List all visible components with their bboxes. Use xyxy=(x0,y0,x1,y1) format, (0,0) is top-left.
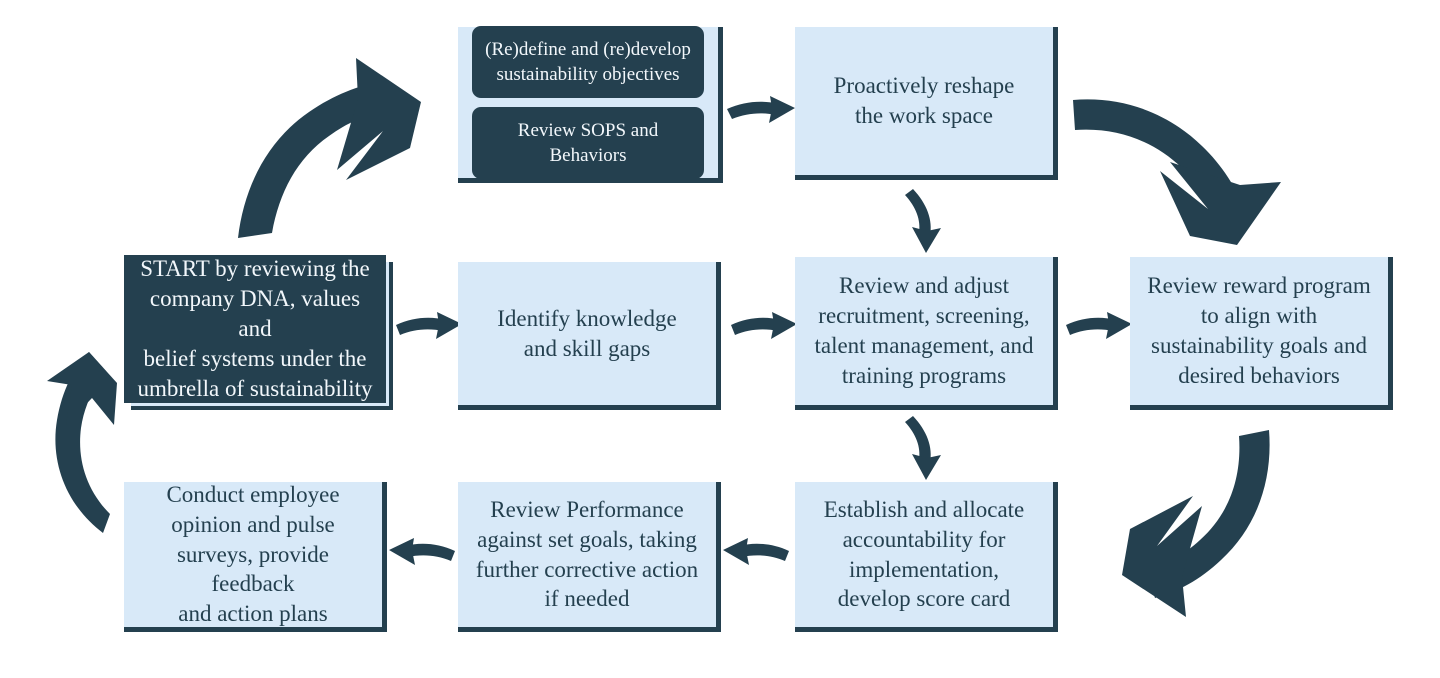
connector-workspace-to-reward xyxy=(1073,99,1281,245)
node-start-label: START by reviewing the company DNA, valu… xyxy=(137,256,373,401)
connector-reward-to-accountability xyxy=(1122,430,1270,617)
node-knowledge-label: Identify knowledge and skill gaps xyxy=(497,305,677,361)
connector-start-to-knowledge xyxy=(396,312,462,339)
connector-performance-to-surveys xyxy=(389,538,455,565)
connector-start-to-objectives xyxy=(238,58,421,238)
node-recruitment[interactable]: Review and adjust recruitment, screening… xyxy=(795,257,1058,410)
connector-knowledge-to-recruitment xyxy=(731,312,797,339)
node-workspace-label: Proactively reshape the work space xyxy=(833,73,1015,128)
node-performance[interactable]: Review Performance against set goals, ta… xyxy=(458,482,721,632)
node-objectives-item-1: Review SOPS and Behaviors xyxy=(472,107,704,180)
node-workspace[interactable]: Proactively reshape the work space xyxy=(795,27,1058,180)
node-recruitment-label: Review and adjust recruitment, screening… xyxy=(814,273,1034,388)
node-start[interactable]: START by reviewing the company DNA, valu… xyxy=(124,255,386,403)
node-surveys-label: Conduct employee opinion and pulse surve… xyxy=(166,481,340,627)
connector-surveys-to-start xyxy=(47,352,117,533)
node-knowledge[interactable]: Identify knowledge and skill gaps xyxy=(458,262,721,410)
connector-accountability-to-performance xyxy=(723,538,789,565)
node-reward-label: Review reward program to align with sust… xyxy=(1147,273,1371,388)
node-performance-label: Review Performance against set goals, ta… xyxy=(475,496,699,612)
connector-recruitment-to-reward xyxy=(1066,312,1132,339)
connector-objectives-to-workspace xyxy=(727,96,795,123)
connector-workspace-to-recruitment xyxy=(905,189,941,253)
node-reward[interactable]: Review reward program to align with sust… xyxy=(1130,257,1393,410)
connector-recruitment-to-accountability xyxy=(905,416,941,480)
node-objectives[interactable]: (Re)define and (re)develop sustainabilit… xyxy=(458,25,723,183)
node-objectives-item-0: (Re)define and (re)develop sustainabilit… xyxy=(472,25,704,98)
diagram-canvas: (Re)define and (re)develop sustainabilit… xyxy=(0,0,1440,678)
node-accountability[interactable]: Establish and allocate accountability fo… xyxy=(795,482,1058,632)
node-accountability-label: Establish and allocate accountability fo… xyxy=(823,496,1025,612)
node-surveys[interactable]: Conduct employee opinion and pulse surve… xyxy=(124,482,387,632)
